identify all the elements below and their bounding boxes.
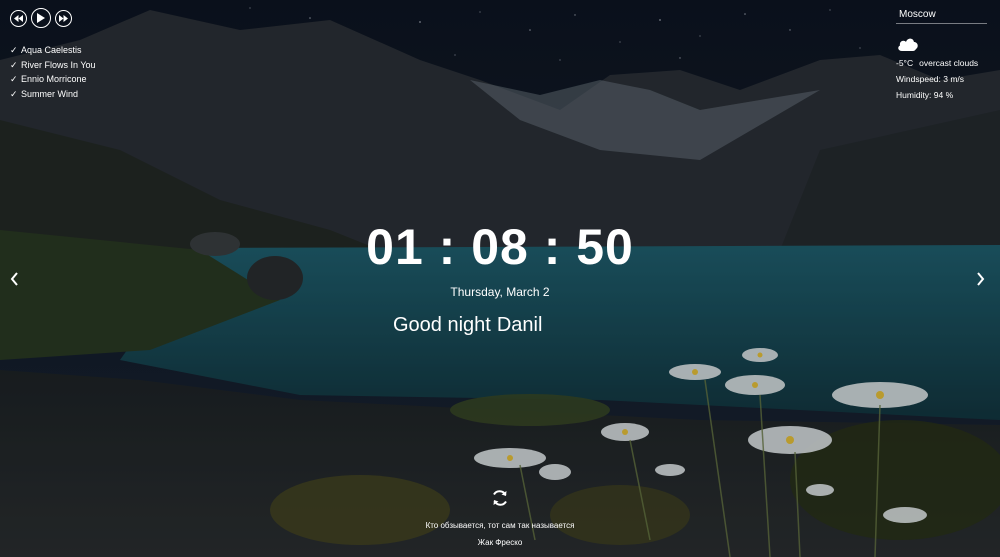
playlist: ✓ Aqua Caelestis ✓ River Flows In You ✓ Enn…: [10, 43, 96, 102]
temperature: -5°C: [896, 58, 914, 68]
clock-time: 01 : 08 : 50: [366, 219, 634, 275]
weather-description: overcast clouds: [919, 58, 979, 68]
weather-summary: -5°C overcast clouds: [896, 58, 986, 68]
city-input[interactable]: Moscow: [896, 9, 987, 24]
skip-forward-icon[interactable]: [55, 9, 72, 27]
track-title: Summer Wind: [21, 89, 79, 100]
check-icon: ✓: [10, 45, 18, 55]
track-title: River Flows In You: [21, 59, 96, 70]
refresh-quote-button[interactable]: [490, 488, 510, 508]
playlist-item[interactable]: ✓ Ennio Morricone: [10, 72, 96, 87]
audio-player-controls: [10, 8, 72, 28]
check-icon: ✓: [10, 74, 18, 85]
name-input[interactable]: Danil: [497, 314, 543, 337]
playlist-item[interactable]: ✓ Aqua Caelestis: [10, 43, 96, 58]
playlist-item[interactable]: ✓ River Flows In You: [10, 58, 96, 73]
greeting: Good night Danil: [393, 314, 542, 337]
playlist-item[interactable]: ✓ Summer Wind: [10, 87, 96, 102]
weather-widget: Moscow -5°C overcast clouds Windspeed: 3…: [896, 9, 987, 100]
skip-back-icon[interactable]: [10, 9, 27, 27]
quote-text: Кто обзывается, тот сам так называется: [425, 521, 575, 530]
track-title: Aqua Caelestis: [21, 45, 82, 55]
greeting-text: Good night: [393, 314, 491, 336]
humidity: Humidity: 94 %: [896, 90, 954, 100]
track-title: Ennio Morricone: [21, 74, 87, 85]
cloud-icon: [897, 37, 986, 54]
quote-author: Жак Фреско: [477, 538, 523, 547]
refresh-icon: [493, 490, 507, 506]
play-icon[interactable]: [31, 8, 51, 28]
check-icon: ✓: [10, 89, 18, 100]
clock-date: Thursday, March 2: [450, 285, 550, 299]
check-icon: ✓: [10, 59, 18, 70]
background-image: [0, 0, 1000, 557]
wind-speed: Windspeed: 3 m/s: [896, 74, 965, 84]
